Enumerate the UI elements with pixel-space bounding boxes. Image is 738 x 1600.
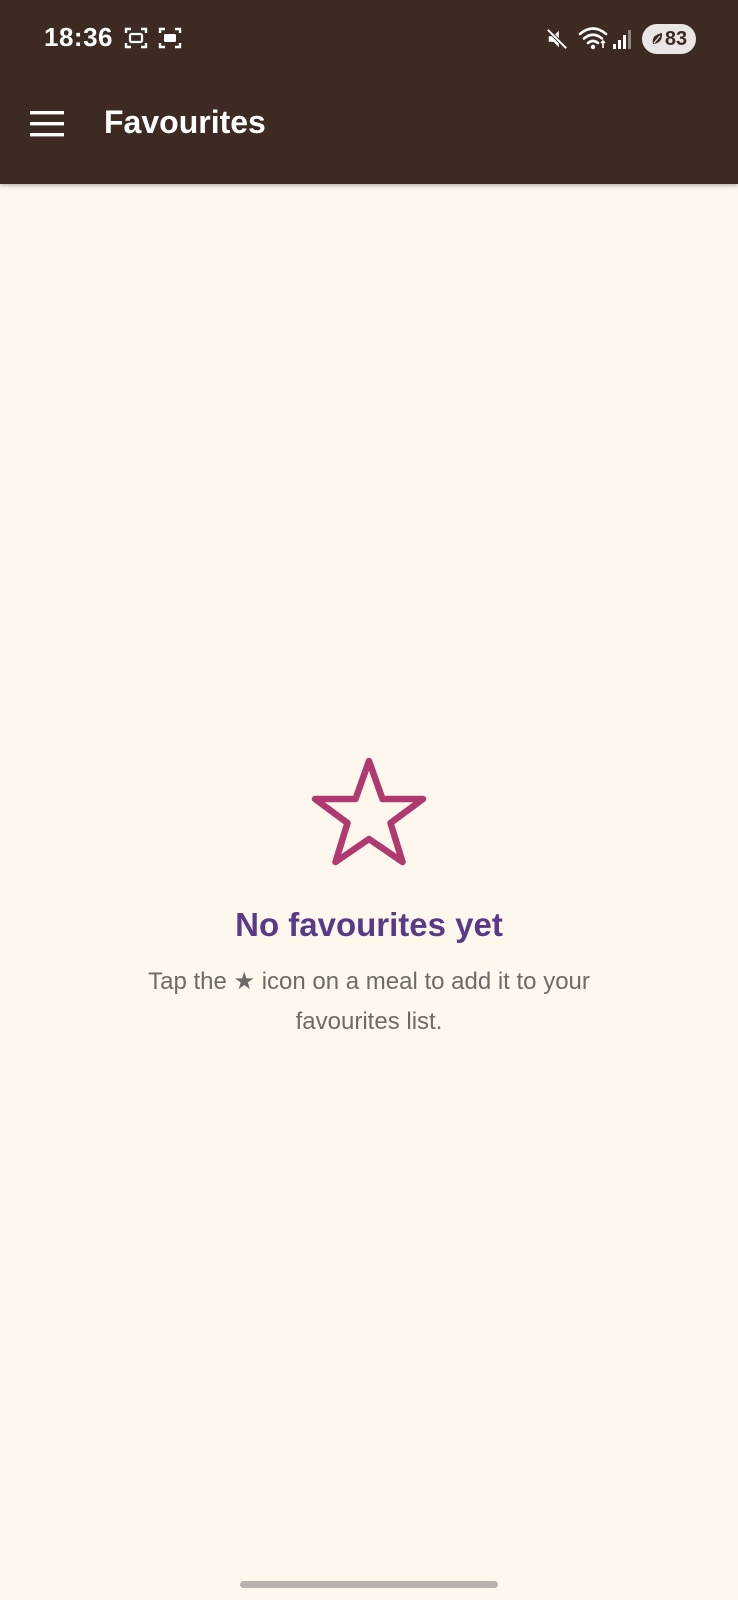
screenshot-icon — [124, 27, 148, 49]
battery-indicator: 83 — [642, 24, 696, 54]
hamburger-menu-icon[interactable] — [28, 106, 68, 142]
empty-state: No favourites yet Tap the ★ icon on a me… — [0, 756, 738, 1042]
page-title: Favourites — [104, 104, 266, 140]
mute-icon — [546, 28, 568, 50]
favourites-screen: 18:36 83 Favourites No favourites yet Ta… — [0, 0, 738, 1600]
wifi-icon — [578, 27, 608, 50]
home-indicator[interactable] — [240, 1581, 498, 1588]
scan-icon — [158, 27, 182, 49]
battery-level: 83 — [664, 27, 688, 50]
status-time: 18:36 — [44, 22, 113, 52]
star-outline-icon — [311, 757, 427, 866]
signal-icon — [613, 30, 631, 49]
empty-state-title: No favourites yet — [235, 906, 503, 943]
app-header: 18:36 83 Favourites — [0, 0, 738, 184]
battery-saver-icon — [652, 33, 662, 44]
empty-state-description: Tap the ★ icon on a meal to add it to yo… — [148, 968, 590, 1035]
status-bar: 18:36 83 — [0, 0, 738, 80]
